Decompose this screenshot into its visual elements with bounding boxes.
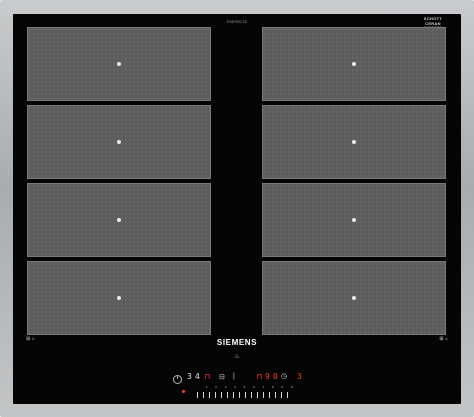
zone-center-dot — [117, 62, 121, 66]
zone-center-dot — [117, 218, 121, 222]
left-zone-1[interactable] — [27, 27, 211, 101]
zone-display-a: 3 — [187, 372, 192, 381]
slider-scale-label: 4 — [234, 385, 236, 389]
right-zone-3[interactable] — [262, 183, 446, 257]
slider-scale-label: P — [290, 385, 293, 389]
zone-center-dot — [117, 296, 121, 300]
flex-icon[interactable]: ⊟ — [219, 373, 225, 381]
slider-scale-label: 3 — [224, 385, 227, 389]
zone-select-mid[interactable]: ⊓ — [257, 372, 262, 381]
slider-scale-label: 7 — [262, 385, 265, 389]
zone-center-dot — [117, 140, 121, 144]
zone-center-dot — [352, 218, 356, 222]
left-zone-4[interactable] — [27, 261, 211, 335]
control-panel: 3 4 ⊓ ⊟ | ⊓ 9 0 ◷ 3 - 1 2 3 4 5 6 7 8 9 … — [173, 368, 323, 402]
ceramic-glass-panel: EX6FEXC1E SCHOTT CERAN CERAN FINE ⊞ ⌂ ⊞ … — [13, 14, 461, 404]
mid-display-b: 0 — [273, 372, 278, 381]
slider-scale: - 1 2 3 4 5 6 7 8 9 P — [197, 385, 293, 389]
left-zone-2[interactable] — [27, 105, 211, 179]
heat-indicator-icon: ♨ — [234, 354, 240, 360]
timer-icon[interactable]: ◷ — [281, 372, 287, 380]
slider-scale-label: 6 — [253, 385, 255, 389]
slider-scale-label: 1 — [205, 385, 208, 389]
zone-center-dot — [352, 296, 356, 300]
zone-center-dot — [352, 62, 356, 66]
right-zone-4[interactable] — [262, 261, 446, 335]
power-slider[interactable] — [197, 392, 293, 398]
left-zone-3[interactable] — [27, 183, 211, 257]
slider-scale-label: - — [197, 385, 198, 389]
power-button-icon[interactable] — [173, 374, 182, 384]
slider-scale-label: 8 — [271, 385, 274, 389]
slider-scale-label: 9 — [281, 385, 284, 389]
slider-scale-label: 5 — [243, 385, 246, 389]
model-code: EX6FEXC1E — [226, 20, 248, 24]
mid-display: 9 — [265, 372, 270, 381]
zone-center-dot — [352, 140, 356, 144]
timer-display: 3 — [297, 372, 302, 381]
power-lamp — [182, 390, 185, 393]
zone-display-b: 4 — [195, 372, 200, 381]
right-zone-1[interactable] — [262, 27, 446, 101]
zone-select-left[interactable]: ⊓ — [205, 372, 210, 381]
right-zone-2[interactable] — [262, 105, 446, 179]
boost-icon[interactable]: | — [233, 373, 235, 380]
brand-logo: SIEMENS — [216, 338, 258, 347]
slider-scale-label: 2 — [215, 385, 217, 389]
